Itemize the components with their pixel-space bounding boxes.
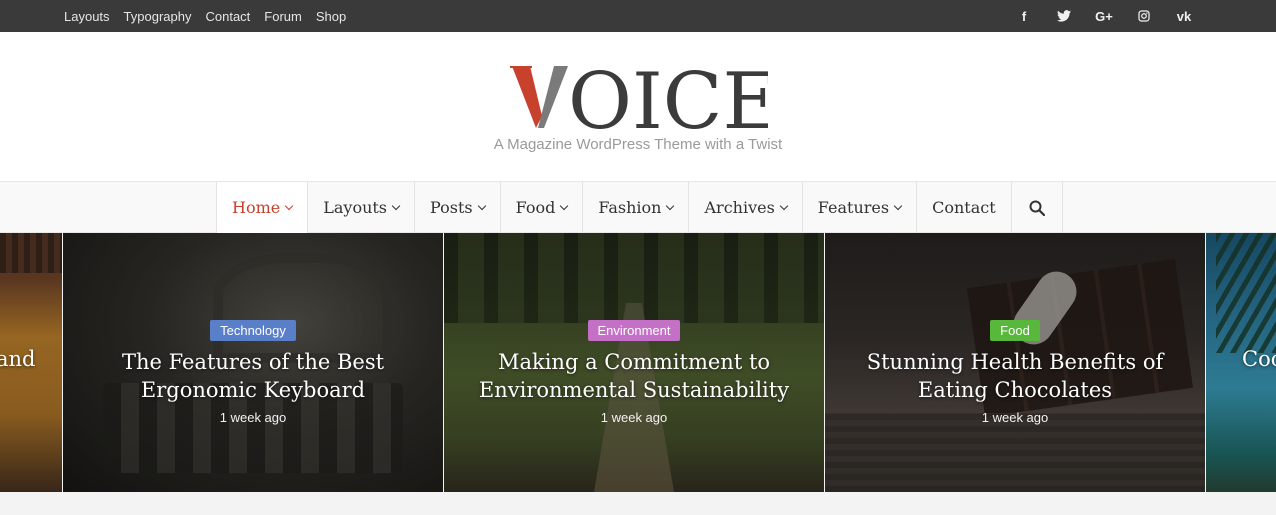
nav-food-label: Food xyxy=(515,198,556,217)
slide-content: Technology The Features of the Best Ergon… xyxy=(63,320,443,425)
nav-features[interactable]: Features xyxy=(803,182,918,233)
top-menu-layouts[interactable]: Layouts xyxy=(64,9,110,24)
nav-posts-label: Posts xyxy=(430,198,473,217)
slide-title-line-1: The Features of the Best xyxy=(121,350,385,374)
nav-food[interactable]: Food xyxy=(501,182,584,233)
vk-icon[interactable]: vk xyxy=(1164,9,1204,24)
slide-title-line-2: Ergonomic Keyboard xyxy=(140,378,366,402)
facebook-icon[interactable]: f xyxy=(1004,9,1044,24)
nav-contact[interactable]: Contact xyxy=(917,182,1012,233)
nav-archives-label: Archives xyxy=(704,198,775,217)
nav-fashion[interactable]: Fashion xyxy=(583,182,690,233)
svg-text:OICE: OICE xyxy=(568,57,768,134)
nav-home-label: Home xyxy=(232,198,281,217)
slide-card[interactable]: Environment Making a Commitment to Enviro… xyxy=(444,233,824,492)
nav-layouts-label: Layouts xyxy=(323,198,388,217)
category-badge[interactable]: Food xyxy=(990,320,1040,341)
slide-title[interactable]: Making a Commitment to Environmental Sust… xyxy=(444,348,824,404)
top-menu: Layouts Typography Contact Forum Shop xyxy=(64,0,360,32)
chevron-down-icon xyxy=(893,201,903,210)
featured-slider: and Technology The Features of the Best E… xyxy=(0,233,1276,492)
slide-title[interactable]: The Features of the Best Ergonomic Keyboa… xyxy=(63,348,443,404)
slide-partial-right[interactable]: Coc xyxy=(1206,233,1276,492)
site-tagline: A Magazine WordPress Theme with a Twist xyxy=(493,136,783,153)
category-badge[interactable]: Technology xyxy=(210,320,296,341)
main-navigation: Home Layouts Posts Food Fashion Archives… xyxy=(0,182,1276,233)
slide-title-line-1: Stunning Health Benefits of xyxy=(866,350,1164,374)
top-menu-forum[interactable]: Forum xyxy=(264,9,302,24)
nav-layouts[interactable]: Layouts xyxy=(308,182,416,233)
nav-home[interactable]: Home xyxy=(217,182,309,233)
slide-card[interactable]: Technology The Features of the Best Ergon… xyxy=(63,233,443,492)
search-button[interactable] xyxy=(1012,182,1063,233)
chevron-down-icon xyxy=(477,201,486,210)
slide-date: 1 week ago xyxy=(600,410,668,425)
chevron-down-icon xyxy=(391,201,401,210)
top-menu-typography[interactable]: Typography xyxy=(124,9,192,24)
slide-date: 1 week ago xyxy=(219,410,287,425)
google-plus-icon[interactable]: G+ xyxy=(1084,9,1124,24)
slide-partial-left[interactable]: and xyxy=(0,233,62,492)
slide-content: Environment Making a Commitment to Enviro… xyxy=(444,320,824,425)
twitter-icon[interactable] xyxy=(1044,10,1084,22)
chevron-down-icon xyxy=(560,201,569,210)
chevron-down-icon xyxy=(284,201,294,210)
site-header: OICE A Magazine WordPress Theme with a T… xyxy=(0,32,1276,182)
nav-fashion-label: Fashion xyxy=(598,198,662,217)
chevron-down-icon xyxy=(666,201,675,210)
site-logo[interactable]: OICE xyxy=(0,54,1276,139)
top-menu-shop[interactable]: Shop xyxy=(316,9,346,24)
slide-card[interactable]: Food Stunning Health Benefits of Eating C… xyxy=(825,233,1205,492)
nav-features-label: Features xyxy=(817,198,890,217)
nav-posts[interactable]: Posts xyxy=(415,182,501,233)
top-bar: Layouts Typography Contact Forum Shop f … xyxy=(0,0,1276,32)
slide-title: and xyxy=(0,347,36,371)
nav-contact-label: Contact xyxy=(932,198,996,217)
slide-content: Food Stunning Health Benefits of Eating C… xyxy=(825,320,1205,425)
slide-title-line-2: Eating Chocolates xyxy=(917,378,1113,402)
instagram-icon[interactable] xyxy=(1124,10,1164,22)
top-menu-contact[interactable]: Contact xyxy=(205,9,250,24)
social-links: f G+ vk xyxy=(1004,0,1204,32)
category-badge[interactable]: Environment xyxy=(587,320,681,341)
slide-title-line-2: Environmental Sustainability xyxy=(478,378,790,402)
slide-date: 1 week ago xyxy=(981,410,1049,425)
nav-archives[interactable]: Archives xyxy=(689,182,803,233)
chevron-down-icon xyxy=(779,201,789,210)
slide-title: Coc xyxy=(1242,347,1276,371)
slide-title-line-1: Making a Commitment to xyxy=(497,350,771,374)
slide-title[interactable]: Stunning Health Benefits of Eating Chocol… xyxy=(825,348,1205,404)
search-icon xyxy=(1029,200,1045,216)
